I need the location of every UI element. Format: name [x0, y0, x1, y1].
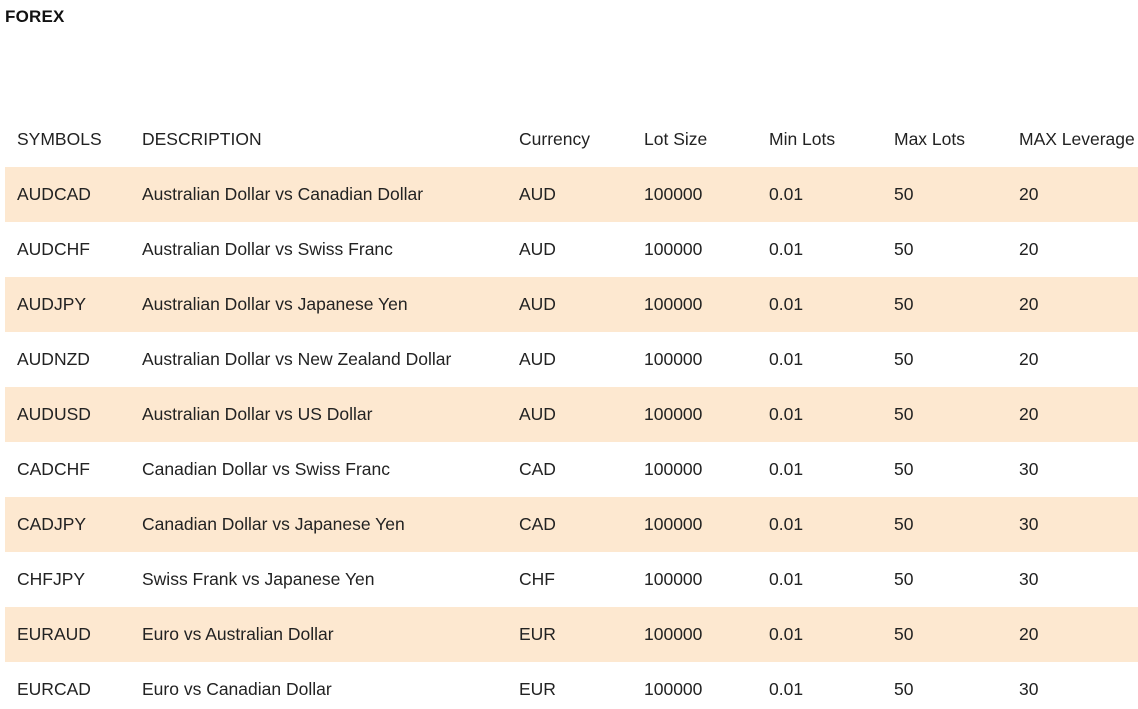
cell-description: Euro vs Australian Dollar	[130, 607, 507, 662]
cell-symbol: AUDJPY	[5, 277, 130, 332]
table-row: CADJPY Canadian Dollar vs Japanese Yen C…	[5, 497, 1138, 552]
cell-max-leverage: 20	[1007, 607, 1138, 662]
cell-currency: AUD	[507, 167, 632, 222]
table-row: CHFJPY Swiss Frank vs Japanese Yen CHF 1…	[5, 552, 1138, 607]
cell-max-lots: 50	[894, 459, 914, 479]
header-max-lots: Max Lots	[894, 129, 965, 149]
table-header: SYMBOLS DESCRIPTION Currency Lot Size Mi…	[5, 112, 1138, 167]
cell-min-lots: 0.01	[757, 387, 882, 442]
cell-currency: AUD	[507, 277, 632, 332]
cell-max-lots: 50	[894, 239, 914, 259]
cell-lot-size: 100000	[644, 349, 703, 369]
cell-symbol: CADJPY	[5, 497, 130, 552]
cell-min-lots: 0.01	[769, 239, 804, 259]
cell-lot-size: 100000	[632, 167, 757, 222]
cell-description: Euro vs Canadian Dollar	[142, 679, 332, 699]
cell-symbol: CHFJPY	[17, 569, 86, 589]
cell-max-lots: 50	[882, 167, 1007, 222]
cell-symbol: EURAUD	[5, 607, 130, 662]
cell-max-lots: 50	[894, 349, 914, 369]
cell-symbol: AUDCHF	[17, 239, 90, 259]
cell-lot-size: 100000	[644, 459, 703, 479]
cell-max-leverage: 30	[1019, 569, 1039, 589]
table-row: CADCHF Canadian Dollar vs Swiss Franc CA…	[5, 442, 1138, 497]
cell-symbol: CADCHF	[17, 459, 90, 479]
header-symbols: SYMBOLS	[17, 129, 102, 149]
table-row: AUDUSD Australian Dollar vs US Dollar AU…	[5, 387, 1138, 442]
cell-symbol: AUDUSD	[5, 387, 130, 442]
cell-description: Canadian Dollar vs Japanese Yen	[130, 497, 507, 552]
cell-max-lots: 50	[894, 679, 914, 699]
cell-min-lots: 0.01	[757, 497, 882, 552]
cell-lot-size: 100000	[632, 607, 757, 662]
cell-min-lots: 0.01	[769, 569, 804, 589]
cell-symbol: AUDNZD	[17, 349, 90, 369]
cell-min-lots: 0.01	[769, 679, 804, 699]
table-row: EURAUD Euro vs Australian Dollar EUR 100…	[5, 607, 1138, 662]
header-lot-size: Lot Size	[644, 129, 708, 149]
cell-max-leverage: 20	[1007, 277, 1138, 332]
header-max-leverage: MAX Leverage	[1019, 129, 1135, 149]
cell-description: Swiss Frank vs Japanese Yen	[142, 569, 375, 589]
cell-min-lots: 0.01	[769, 459, 804, 479]
cell-max-leverage: 30	[1007, 497, 1138, 552]
cell-currency: CAD	[507, 497, 632, 552]
cell-max-lots: 50	[882, 497, 1007, 552]
cell-description: Australian Dollar vs Canadian Dollar	[130, 167, 507, 222]
header-currency: Currency	[519, 129, 590, 149]
header-min-lots: Min Lots	[769, 129, 836, 149]
cell-description: Australian Dollar vs Japanese Yen	[130, 277, 507, 332]
cell-max-leverage: 20	[1007, 387, 1138, 442]
cell-max-leverage: 20	[1007, 167, 1138, 222]
cell-max-leverage: 20	[1019, 239, 1039, 259]
cell-currency: AUD	[519, 349, 556, 369]
cell-currency: EUR	[519, 679, 556, 699]
cell-currency: CHF	[519, 569, 555, 589]
cell-lot-size: 100000	[644, 569, 703, 589]
cell-lot-size: 100000	[632, 497, 757, 552]
cell-min-lots: 0.01	[757, 607, 882, 662]
cell-max-leverage: 20	[1019, 349, 1039, 369]
cell-description: Canadian Dollar vs Swiss Franc	[142, 459, 391, 479]
cell-description: Australian Dollar vs US Dollar	[130, 387, 507, 442]
cell-min-lots: 0.01	[757, 167, 882, 222]
cell-lot-size: 100000	[644, 239, 703, 259]
cell-description: Australian Dollar vs New Zealand Dollar	[142, 349, 452, 369]
page-title: FOREX	[5, 7, 65, 26]
cell-max-lots: 50	[882, 387, 1007, 442]
cell-lot-size: 100000	[632, 277, 757, 332]
cell-currency: AUD	[507, 387, 632, 442]
table-body: AUDCAD Australian Dollar vs Canadian Dol…	[5, 167, 1138, 709]
table-row: AUDJPY Australian Dollar vs Japanese Yen…	[5, 277, 1138, 332]
cell-max-lots: 50	[882, 277, 1007, 332]
cell-max-leverage: 30	[1019, 459, 1039, 479]
cell-currency: EUR	[507, 607, 632, 662]
cell-currency: AUD	[519, 239, 556, 259]
table-row: EURCAD Euro vs Canadian Dollar EUR 10000…	[5, 662, 1138, 709]
cell-currency: CAD	[519, 459, 556, 479]
cell-lot-size: 100000	[632, 387, 757, 442]
cell-symbol: EURCAD	[17, 679, 91, 699]
cell-min-lots: 0.01	[757, 277, 882, 332]
table-header-row: SYMBOLS DESCRIPTION Currency Lot Size Mi…	[5, 112, 1138, 167]
instruments-table-container: SYMBOLS DESCRIPTION Currency Lot Size Mi…	[5, 112, 1138, 709]
cell-max-lots: 50	[882, 607, 1007, 662]
cell-max-lots: 50	[894, 569, 914, 589]
cell-min-lots: 0.01	[769, 349, 804, 369]
instruments-table: SYMBOLS DESCRIPTION Currency Lot Size Mi…	[5, 112, 1138, 709]
table-row: AUDCHF Australian Dollar vs Swiss Franc …	[5, 222, 1138, 277]
cell-max-leverage: 30	[1019, 679, 1039, 699]
header-description: DESCRIPTION	[142, 129, 262, 149]
cell-lot-size: 100000	[644, 679, 703, 699]
cell-symbol: AUDCAD	[5, 167, 130, 222]
table-row: AUDNZD Australian Dollar vs New Zealand …	[5, 332, 1138, 387]
table-row: AUDCAD Australian Dollar vs Canadian Dol…	[5, 167, 1138, 222]
cell-description: Australian Dollar vs Swiss Franc	[142, 239, 393, 259]
